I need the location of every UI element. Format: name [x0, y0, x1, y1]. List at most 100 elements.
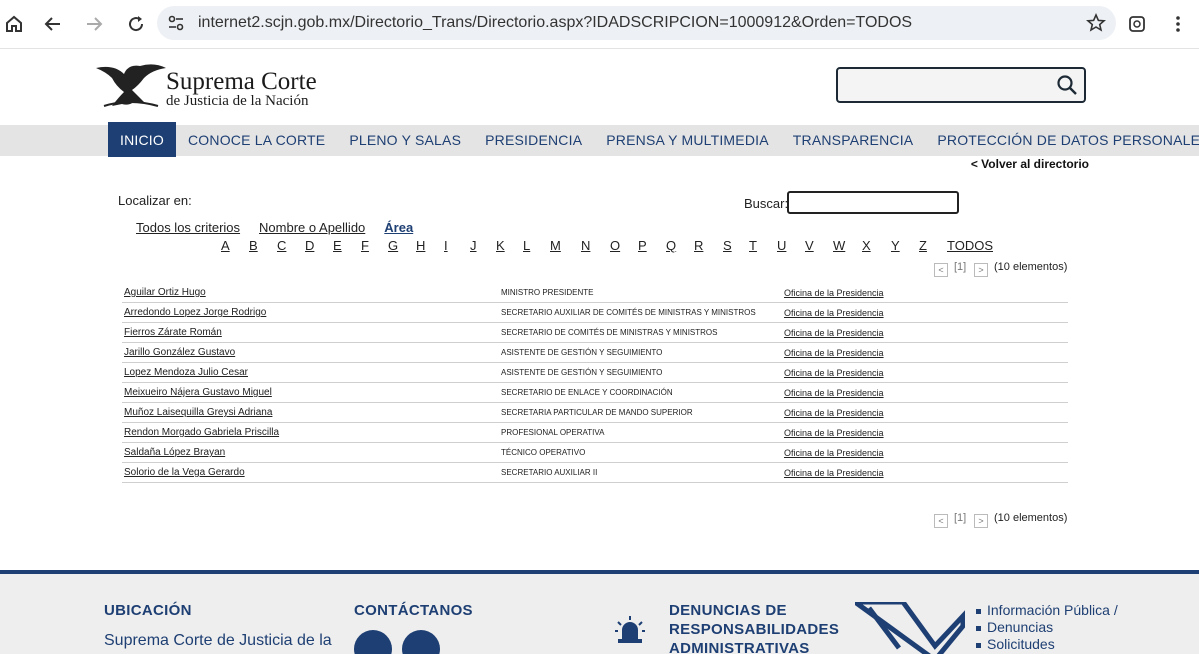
prev-page-button[interactable]: < — [934, 263, 948, 277]
next-page-button[interactable]: > — [974, 514, 988, 528]
reload-icon[interactable] — [122, 10, 150, 38]
nav-item-pleno-y-salas[interactable]: PLENO Y SALAS — [337, 122, 473, 157]
bookmark-star-icon[interactable] — [1086, 13, 1106, 38]
table-row: Rendon Morgado Gabriela Priscilla PROFESI… — [122, 423, 1068, 443]
employee-name-link[interactable]: Jarillo González Gustavo — [124, 347, 235, 358]
employee-name-link[interactable]: Aguilar Ortiz Hugo — [124, 287, 206, 298]
letter-filter-x[interactable]: X — [862, 238, 871, 253]
employee-area-link[interactable]: Oficina de la Presidencia — [784, 428, 884, 438]
next-page-button[interactable]: > — [974, 263, 988, 277]
letter-filter-n[interactable]: N — [581, 238, 590, 253]
prev-page-button[interactable]: < — [934, 514, 948, 528]
employee-name-link[interactable]: Rendon Morgado Gabriela Priscilla — [124, 427, 279, 438]
footer-location-title: UBICACIÓN — [104, 602, 192, 619]
site-search-input[interactable] — [836, 67, 1086, 103]
mail-icon[interactable] — [402, 630, 440, 654]
letter-filter-u[interactable]: U — [777, 238, 786, 253]
letter-filter-i[interactable]: I — [444, 238, 448, 253]
search-icon[interactable] — [1056, 74, 1078, 101]
extension-icon[interactable] — [1123, 10, 1151, 38]
letter-filter-j[interactable]: J — [470, 238, 477, 253]
employee-name-link[interactable]: Saldaña López Brayan — [124, 447, 225, 458]
footer-link-complaints[interactable]: Denuncias — [976, 619, 1118, 636]
letter-filter-g[interactable]: G — [388, 238, 398, 253]
letter-filter-q[interactable]: Q — [666, 238, 676, 253]
table-row: Meixueiro Nájera Gustavo Miguel SECRETARI… — [122, 383, 1068, 403]
back-to-directory-link[interactable]: < Volver al directorio — [971, 157, 1089, 171]
site-logo[interactable]: Suprema Corte de Justicia de la Nación — [94, 60, 317, 112]
site-settings-icon[interactable] — [167, 14, 185, 37]
employee-position: SECRETARIO AUXILIAR DE COMITÉS DE MINIST… — [501, 308, 756, 317]
footer-contact-title: CONTÁCTANOS — [354, 602, 473, 619]
footer-complaints-title-2: RESPONSABILIDADES — [669, 621, 840, 638]
table-row: Saldaña López Brayan TÉCNICO OPERATIVO Ofi… — [122, 443, 1068, 463]
item-count: (10 elementos) — [994, 512, 1068, 524]
letter-filter-d[interactable]: D — [305, 238, 314, 253]
employee-name-link[interactable]: Fierros Zárate Román — [124, 327, 222, 338]
letter-filter-w[interactable]: W — [833, 238, 845, 253]
employee-area-link[interactable]: Oficina de la Presidencia — [784, 468, 884, 478]
table-row: Lopez Mendoza Julio Cesar ASISTENTE DE GE… — [122, 363, 1068, 383]
current-page[interactable]: [1] — [954, 261, 966, 273]
letter-filter-r[interactable]: R — [694, 238, 703, 253]
letter-filter-v[interactable]: V — [805, 238, 814, 253]
nav-item-conoce-la-corte[interactable]: CONOCE LA CORTE — [176, 122, 337, 157]
letter-filter-b[interactable]: B — [249, 238, 258, 253]
letter-filter-todos[interactable]: TODOS — [947, 238, 993, 253]
search-criteria: Todos los criterios Nombre o Apellido Ár… — [136, 220, 432, 235]
employee-name-link[interactable]: Muñoz Laisequilla Greysi Adriana — [124, 407, 272, 418]
employee-area-link[interactable]: Oficina de la Presidencia — [784, 368, 884, 378]
criterion-area[interactable]: Área — [384, 220, 413, 235]
directory-search-input[interactable] — [787, 191, 959, 214]
directory-table: Aguilar Ortiz Hugo MINISTRO PRESIDENTE Ofi… — [122, 283, 1068, 483]
criterion-name[interactable]: Nombre o Apellido — [259, 220, 365, 235]
url-text[interactable]: internet2.scjn.gob.mx/Directorio_Trans/D… — [198, 14, 912, 32]
employee-area-link[interactable]: Oficina de la Presidencia — [784, 308, 884, 318]
logo-subtitle: de Justicia de la Nación — [166, 93, 309, 109]
employee-area-link[interactable]: Oficina de la Presidencia — [784, 408, 884, 418]
employee-position: SECRETARIA PARTICULAR DE MANDO SUPERIOR — [501, 408, 693, 417]
letter-filter-m[interactable]: M — [550, 238, 561, 253]
nav-item-inicio[interactable]: INICIO — [108, 122, 176, 157]
forward-arrow-icon[interactable] — [80, 10, 108, 38]
criterion-all[interactable]: Todos los criterios — [136, 220, 240, 235]
back-arrow-icon[interactable] — [39, 10, 67, 38]
employee-area-link[interactable]: Oficina de la Presidencia — [784, 388, 884, 398]
letter-filter-t[interactable]: T — [749, 238, 757, 253]
letter-filter-l[interactable]: L — [523, 238, 530, 253]
letter-filter-k[interactable]: K — [496, 238, 505, 253]
employee-name-link[interactable]: Arredondo Lopez Jorge Rodrigo — [124, 307, 266, 318]
letter-filter-o[interactable]: O — [610, 238, 620, 253]
nav-item-presidencia[interactable]: PRESIDENCIA — [473, 122, 594, 157]
employee-name-link[interactable]: Meixueiro Nájera Gustavo Miguel — [124, 387, 272, 398]
home-icon[interactable] — [0, 10, 28, 38]
employee-area-link[interactable]: Oficina de la Presidencia — [784, 328, 884, 338]
footer-link-public-info[interactable]: Información Pública / — [976, 602, 1118, 619]
table-row: Aguilar Ortiz Hugo MINISTRO PRESIDENTE Ofi… — [122, 283, 1068, 303]
footer-link-requests[interactable]: Solicitudes — [976, 636, 1118, 653]
letter-filter-c[interactable]: C — [277, 238, 286, 253]
letter-filter-y[interactable]: Y — [891, 238, 900, 253]
phone-icon[interactable] — [354, 630, 392, 654]
letter-filter-e[interactable]: E — [333, 238, 342, 253]
employee-name-link[interactable]: Solorio de la Vega Gerardo — [124, 467, 245, 478]
letter-filter-s[interactable]: S — [723, 238, 732, 253]
employee-area-link[interactable]: Oficina de la Presidencia — [784, 348, 884, 358]
letter-filter-p[interactable]: P — [638, 238, 647, 253]
nav-item-proteccion-de-datos[interactable]: PROTECCIÓN DE DATOS PERSONALES — [925, 122, 1199, 157]
employee-area-link[interactable]: Oficina de la Presidencia — [784, 448, 884, 458]
letter-filter-h[interactable]: H — [416, 238, 425, 253]
current-page[interactable]: [1] — [954, 512, 966, 524]
nav-item-transparencia[interactable]: TRANSPARENCIA — [781, 122, 926, 157]
menu-dots-icon[interactable] — [1164, 10, 1192, 38]
address-bar[interactable]: internet2.scjn.gob.mx/Directorio_Trans/D… — [157, 6, 1116, 40]
letter-filter-f[interactable]: F — [361, 238, 369, 253]
letter-filter-z[interactable]: Z — [919, 238, 927, 253]
nav-item-prensa-y-multimedia[interactable]: PRENSA Y MULTIMEDIA — [594, 122, 781, 157]
employee-area-link[interactable]: Oficina de la Presidencia — [784, 288, 884, 298]
site-footer: UBICACIÓN Suprema Corte de Justicia de l… — [0, 570, 1199, 654]
table-row: Muñoz Laisequilla Greysi Adriana SECRETAR… — [122, 403, 1068, 423]
letter-filter-a[interactable]: A — [221, 238, 230, 253]
table-row: Fierros Zárate Román SECRETARIO DE COMITÉ… — [122, 323, 1068, 343]
employee-name-link[interactable]: Lopez Mendoza Julio Cesar — [124, 367, 248, 378]
